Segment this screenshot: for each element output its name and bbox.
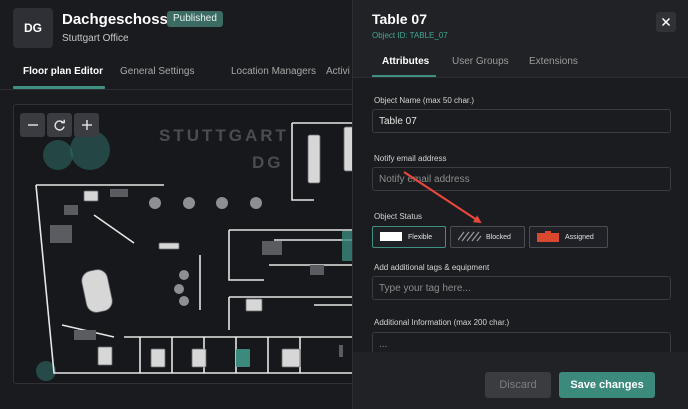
- object-status-label: Object Status: [374, 212, 423, 221]
- floor-avatar: DG: [13, 8, 53, 48]
- close-button[interactable]: [656, 12, 676, 32]
- discard-button[interactable]: Discard: [485, 372, 551, 398]
- attributes-form: Object Name (max 50 char.) Notify email …: [353, 78, 688, 352]
- tab-activity[interactable]: Activi: [326, 66, 350, 77]
- zoom-out-icon: [27, 124, 38, 126]
- plan-chairs: [149, 197, 262, 306]
- additional-info-label: Additional Information (max 200 char.): [374, 318, 510, 327]
- zoom-out-button[interactable]: [20, 113, 45, 137]
- close-icon: [661, 17, 671, 27]
- save-changes-button[interactable]: Save changes: [559, 372, 655, 398]
- tab-extensions[interactable]: Extensions: [529, 56, 578, 67]
- reset-view-button[interactable]: [47, 113, 72, 137]
- status-blocked-label: Blocked: [486, 233, 511, 241]
- status-flexible-option[interactable]: Flexible: [372, 226, 446, 248]
- highlighted-area: [342, 231, 352, 261]
- object-name-input[interactable]: [372, 109, 671, 133]
- object-name-label: Object Name (max 50 char.): [374, 96, 475, 105]
- tabs-divider: [0, 89, 352, 90]
- desk-flexible-icon: [380, 232, 402, 241]
- additional-info-input[interactable]: [372, 332, 671, 352]
- notify-email-label: Notify email address: [374, 154, 447, 163]
- object-panel: Table 07 Object ID: TABLE_07 Attributes …: [352, 0, 688, 409]
- heat-circle: [43, 140, 73, 170]
- object-id: Object ID: TABLE_07: [372, 31, 448, 40]
- zoom-in-button[interactable]: [74, 113, 99, 137]
- plan-watermark-line2: DG: [252, 153, 284, 172]
- selected-desk: [236, 349, 250, 367]
- tags-input[interactable]: [372, 276, 671, 300]
- desk-assigned-icon: [537, 231, 559, 242]
- tags-label: Add additional tags & equipment: [374, 263, 490, 272]
- tab-attributes[interactable]: Attributes: [382, 56, 429, 67]
- reset-icon: [54, 119, 65, 131]
- tab-user-groups[interactable]: User Groups: [452, 56, 509, 67]
- page-title: Dachgeschoss: [62, 11, 168, 28]
- status-blocked-option[interactable]: Blocked: [450, 226, 525, 248]
- location-subtitle: Stuttgart Office: [62, 33, 129, 44]
- tab-location-managers[interactable]: Location Managers: [231, 66, 316, 77]
- plan-watermark-line1: STUTTGART: [159, 126, 289, 145]
- notify-email-input[interactable]: [372, 167, 671, 191]
- status-assigned-option[interactable]: Assigned: [529, 226, 608, 248]
- zoom-in-icon: [81, 120, 92, 130]
- panel-footer: Discard Save changes: [353, 352, 688, 409]
- status-assigned-label: Assigned: [565, 233, 594, 241]
- panel-title: Table 07: [372, 11, 427, 27]
- floor-editor: DG Dachgeschoss Published Stuttgart Offi…: [0, 0, 352, 409]
- status-flexible-label: Flexible: [408, 233, 433, 241]
- plan-desks: [81, 126, 352, 368]
- floor-plan-drawing[interactable]: STUTTGART DG: [14, 105, 352, 384]
- floor-plan-canvas[interactable]: STUTTGART DG: [13, 104, 352, 384]
- avatar-initials: DG: [24, 21, 42, 35]
- tab-floor-plan-editor[interactable]: Floor plan Editor: [23, 66, 103, 77]
- tab-general-settings[interactable]: General Settings: [120, 66, 195, 77]
- desk-blocked-icon: [458, 231, 482, 242]
- status-badge: Published: [167, 11, 223, 27]
